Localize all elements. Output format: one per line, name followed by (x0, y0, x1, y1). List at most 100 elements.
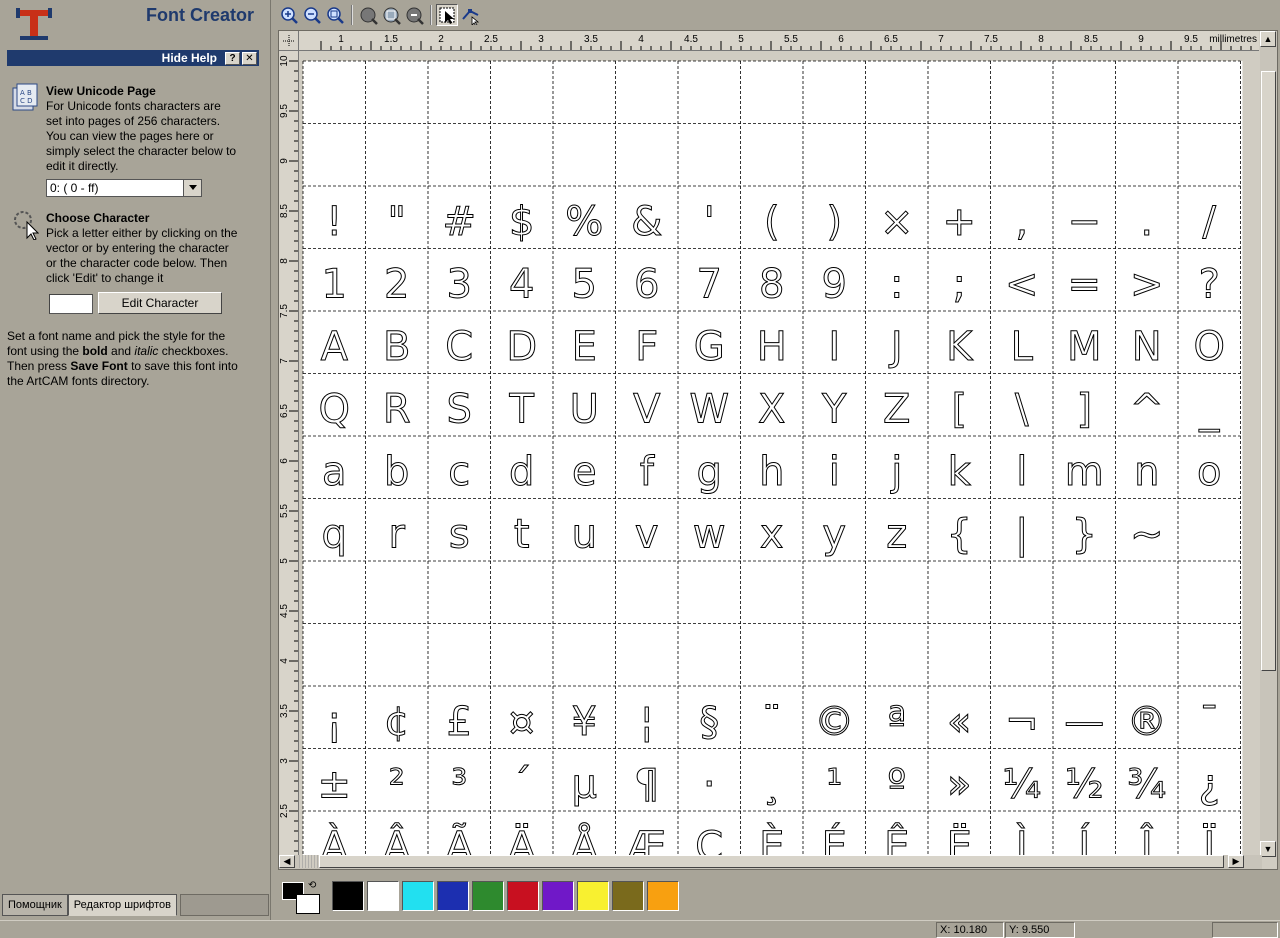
glyph-cell[interactable]: Â (383, 821, 412, 857)
colour-swatch[interactable] (332, 881, 364, 911)
glyph-cell[interactable]: ' (703, 198, 715, 245)
glyph-cell[interactable]: b (384, 448, 410, 495)
glyph-cell[interactable]: 3 (446, 261, 472, 308)
glyph-cell[interactable]: É (821, 821, 847, 857)
glyph-cell[interactable]: Ì (1015, 821, 1028, 857)
glyph-canvas[interactable]: ! " # $% & ' () × +, −. / 1 2 3 4 5 6 7 8 9:; < = >? A B C D E F G H I J… (299, 51, 1259, 857)
glyph-cell[interactable]: Å (570, 821, 599, 857)
glyph-cell[interactable]: À (320, 821, 349, 857)
glyph-cell[interactable]: M (1066, 323, 1102, 370)
glyph-cell[interactable]: ² (388, 761, 405, 808)
glyph-cell[interactable]: § (699, 698, 720, 745)
glyph-cell[interactable]: C (445, 323, 474, 370)
select-button[interactable] (436, 4, 458, 26)
swap-colours-icon[interactable]: ⟲ (308, 880, 316, 891)
glyph-cell[interactable]: d (509, 448, 535, 495)
colour-swatch[interactable] (437, 881, 469, 911)
glyph-cell[interactable]: ½ (1064, 761, 1104, 808)
glyph-cell[interactable]: m (1064, 448, 1104, 495)
glyph-cell[interactable]: G (693, 323, 725, 370)
glyph-cell[interactable]: h (759, 448, 785, 495)
glyph-cell[interactable]: F (635, 323, 659, 370)
glyph-cell[interactable]: Í (1078, 821, 1091, 857)
glyph-cell[interactable]: Z (883, 386, 911, 433)
glyph-cell[interactable]: } (1071, 511, 1097, 558)
glyph-cell[interactable]: ¨ (761, 698, 782, 745)
background-colour[interactable] (296, 894, 320, 914)
view-previous-button[interactable] (403, 4, 425, 26)
glyph-cell[interactable]: » (947, 761, 972, 808)
glyph-cell[interactable]: R (382, 386, 411, 433)
glyph-cell[interactable]: ± (317, 761, 352, 808)
glyph-cell[interactable]: Î (1139, 821, 1153, 857)
edit-character-button[interactable]: Edit Character (98, 292, 222, 314)
glyph-cell[interactable]: ª (887, 698, 907, 745)
glyph-cell[interactable]: ¸ (761, 761, 782, 808)
glyph-cell[interactable]: È (759, 821, 785, 857)
glyph-cell[interactable]: < (1004, 261, 1039, 308)
glyph-cell[interactable]: ¯ (1199, 698, 1220, 745)
glyph-cell[interactable]: { (946, 511, 972, 558)
glyph-cell[interactable]: ] (1076, 386, 1093, 433)
vertical-scroll-thumb[interactable] (1261, 71, 1276, 671)
horizontal-scroll-thumb[interactable] (319, 855, 1224, 868)
glyph-cell[interactable]: " (387, 198, 406, 245)
glyph-cell[interactable]: q (321, 511, 347, 558)
horizontal-scrollbar[interactable]: ◀ ▶ (279, 855, 1262, 869)
help-question-button[interactable]: ? (225, 51, 240, 65)
glyph-cell[interactable]: E (571, 323, 597, 370)
unicode-page-select[interactable]: 0: ( 0 - ff) (46, 179, 202, 197)
glyph-cell[interactable]: H (756, 323, 787, 370)
glyph-cell[interactable]: Ã (445, 821, 474, 857)
glyph-cell[interactable]: s (448, 511, 470, 558)
vertical-scrollbar[interactable]: ▲ ▼ (1260, 31, 1277, 857)
tab-assistant[interactable]: Помощник (2, 894, 68, 916)
glyph-cell[interactable]: _ (1198, 386, 1221, 433)
glyph-cell[interactable]: A (320, 323, 349, 370)
glyph-cell[interactable]: ¶ (634, 761, 660, 808)
glyph-cell[interactable]: Ï (1203, 821, 1216, 857)
glyph-cell[interactable]: ~ (1129, 511, 1164, 558)
glyph-cell[interactable]: Ë (946, 821, 972, 857)
colour-swatch[interactable] (472, 881, 504, 911)
glyph-cell[interactable]: D (506, 323, 538, 370)
glyph-cell[interactable]: a (321, 448, 347, 495)
glyph-cell[interactable]: 4 (509, 261, 535, 308)
glyph-cell[interactable]: c (448, 448, 471, 495)
glyph-cell[interactable]: ¦ (640, 698, 654, 745)
colour-swatch[interactable] (402, 881, 434, 911)
glyph-cell[interactable]: O (1193, 323, 1225, 370)
glyph-cell[interactable]: t (513, 511, 530, 558)
zoom-in-button[interactable] (278, 4, 300, 26)
glyph-cell[interactable]: k (947, 448, 972, 495)
scroll-down-button[interactable]: ▼ (1260, 841, 1276, 857)
glyph-cell[interactable]: ¿ (1198, 761, 1220, 808)
glyph-cell[interactable]: ¤ (509, 698, 535, 745)
glyph-cell[interactable]: Y (821, 386, 848, 433)
glyph-cell[interactable]: v (634, 511, 659, 558)
close-help-button[interactable]: ✕ (242, 51, 257, 65)
glyph-cell[interactable]: , (1015, 198, 1029, 245)
glyph-cell[interactable]: 7 (696, 261, 722, 308)
glyph-cell[interactable]: Ç (695, 823, 724, 857)
glyph-cell[interactable]: 5 (571, 261, 597, 308)
glyph-cell[interactable]: V (633, 386, 662, 433)
glyph-cell[interactable]: ! (326, 198, 343, 245)
glyph-cell[interactable]: \ (1015, 386, 1030, 433)
glyph-cell[interactable]: L (1010, 323, 1034, 370)
glyph-cell[interactable]: T (508, 386, 535, 433)
character-input[interactable] (49, 294, 93, 314)
glyph-cell[interactable]: ³ (451, 761, 468, 808)
glyph-cell[interactable]: ) (826, 198, 843, 245)
glyph-cell[interactable]: ´ (511, 761, 532, 808)
glyph-cell[interactable]: Q (318, 386, 350, 433)
glyph-cell[interactable]: K (946, 323, 975, 370)
glyph-cell[interactable]: — (1064, 698, 1105, 745)
glyph-cell[interactable]: % (565, 198, 604, 245)
glyph-cell[interactable]: [ (951, 386, 968, 433)
scroll-up-button[interactable]: ▲ (1260, 31, 1276, 47)
glyph-cell[interactable]: ? (1198, 261, 1220, 308)
glyph-cell[interactable]: j (890, 448, 903, 495)
glyph-cell[interactable]: & (631, 198, 663, 245)
glyph-cell[interactable]: ; (952, 261, 966, 308)
